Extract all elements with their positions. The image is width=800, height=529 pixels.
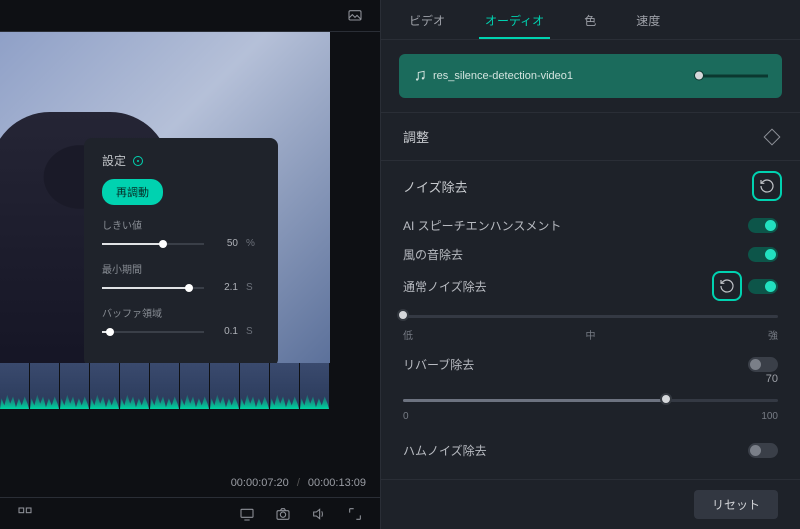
expand-icon[interactable] [344, 503, 366, 525]
clip-volume-thumb[interactable] [694, 71, 704, 81]
reset-button[interactable]: リセット [694, 490, 778, 519]
timeline-thumbnails[interactable] [0, 363, 330, 409]
section-adjust[interactable]: 調整 [381, 112, 800, 160]
audio-clip-name: res_silence-detection-video1 [413, 69, 573, 83]
music-note-icon [413, 69, 427, 83]
wind-toggle[interactable] [748, 247, 778, 262]
grid-icon[interactable] [14, 503, 36, 525]
section-denoise-label: ノイズ除去 [403, 177, 468, 196]
image-icon[interactable] [344, 5, 366, 27]
normal-denoise-row: 通常ノイズ除去 [381, 269, 800, 303]
min-duration-unit: S [246, 282, 260, 293]
settings-title: 設定 [102, 152, 260, 169]
min-duration-track[interactable] [102, 287, 204, 289]
hum-row: ハムノイズ除去 [381, 436, 800, 465]
normal-denoise-label: 通常ノイズ除去 [403, 278, 487, 295]
normal-denoise-reset-button[interactable] [716, 275, 738, 297]
reverb-max: 100 [761, 411, 778, 422]
scale-high: 強 [768, 327, 778, 342]
preview-panel: 設定 再調動 しきい値 50 % 最小期間 2.1 S [0, 0, 380, 529]
reverb-slider[interactable] [403, 391, 778, 409]
tab-video[interactable]: ビデオ [403, 12, 451, 39]
reanalyze-button[interactable]: 再調動 [102, 179, 163, 205]
tab-color[interactable]: 色 [578, 12, 602, 39]
min-duration-label: 最小期間 [102, 261, 260, 276]
preview-bottom-bar [0, 497, 380, 529]
audio-clip-strip[interactable]: res_silence-detection-video1 [399, 54, 782, 98]
buffer-label: バッファ領域 [102, 305, 260, 320]
threshold-label: しきい値 [102, 217, 260, 232]
settings-title-label: 設定 [102, 152, 126, 169]
reverb-min: 0 [403, 411, 409, 422]
threshold-value: 50 [212, 238, 238, 249]
volume-icon[interactable] [308, 503, 330, 525]
scale-mid: 中 [586, 327, 596, 342]
threshold-slider: しきい値 50 % [102, 217, 260, 249]
section-adjust-label: 調整 [403, 127, 429, 146]
current-time: 00:00:07:20 [231, 477, 289, 489]
panel-footer: リセット [381, 479, 800, 529]
hum-label: ハムノイズ除去 [403, 442, 487, 459]
reset-icon [719, 278, 735, 294]
buffer-track[interactable] [102, 331, 204, 333]
min-duration-value: 2.1 [212, 282, 238, 293]
display-icon[interactable] [236, 503, 258, 525]
ai-speech-label: AI スピーチエンハンスメント [403, 217, 561, 234]
time-display: 00:00:07:20 / 00:00:13:09 [0, 469, 380, 497]
min-duration-slider: 最小期間 2.1 S [102, 261, 260, 293]
hum-toggle[interactable] [748, 443, 778, 458]
denoise-reset-button[interactable] [756, 175, 778, 197]
buffer-unit: S [246, 326, 260, 337]
reset-icon [759, 178, 775, 194]
threshold-track[interactable] [102, 243, 204, 245]
time-separator: / [297, 477, 300, 489]
properties-panel: ビデオ オーディオ 色 速度 res_silence-detection-vid… [380, 0, 800, 529]
tab-audio[interactable]: オーディオ [479, 12, 550, 39]
buffer-value: 0.1 [212, 326, 238, 337]
property-tabs: ビデオ オーディオ 色 速度 [381, 0, 800, 40]
section-denoise[interactable]: ノイズ除去 [381, 160, 800, 211]
preview-header [0, 0, 380, 32]
reverb-scale: 0 100 [381, 411, 800, 436]
normal-denoise-toggle[interactable] [748, 279, 778, 294]
ai-speech-row: AI スピーチエンハンスメント [381, 211, 800, 240]
threshold-unit: % [246, 238, 260, 249]
reverb-label: リバーブ除去 [403, 356, 474, 373]
tab-speed[interactable]: 速度 [630, 12, 666, 39]
reverb-toggle[interactable] [748, 357, 778, 372]
wind-row: 風の音除去 [381, 240, 800, 269]
audio-clip-label: res_silence-detection-video1 [433, 70, 573, 82]
preview-viewport: 設定 再調動 しきい値 50 % 最小期間 2.1 S [0, 32, 380, 469]
ai-speech-toggle[interactable] [748, 218, 778, 233]
buffer-slider: バッファ領域 0.1 S [102, 305, 260, 337]
clip-volume-track[interactable] [698, 75, 768, 78]
scale-low: 低 [403, 327, 413, 342]
reverb-value: 70 [766, 373, 800, 385]
normal-denoise-scale: 低 中 強 [381, 327, 800, 350]
info-icon [132, 155, 144, 167]
settings-popup: 設定 再調動 しきい値 50 % 最小期間 2.1 S [84, 138, 278, 367]
reverb-row: リバーブ除去 [381, 350, 800, 379]
wind-label: 風の音除去 [403, 246, 463, 263]
camera-icon[interactable] [272, 503, 294, 525]
total-time: 00:00:13:09 [308, 477, 366, 489]
normal-denoise-slider[interactable] [403, 307, 778, 325]
keyframe-icon[interactable] [764, 128, 781, 145]
